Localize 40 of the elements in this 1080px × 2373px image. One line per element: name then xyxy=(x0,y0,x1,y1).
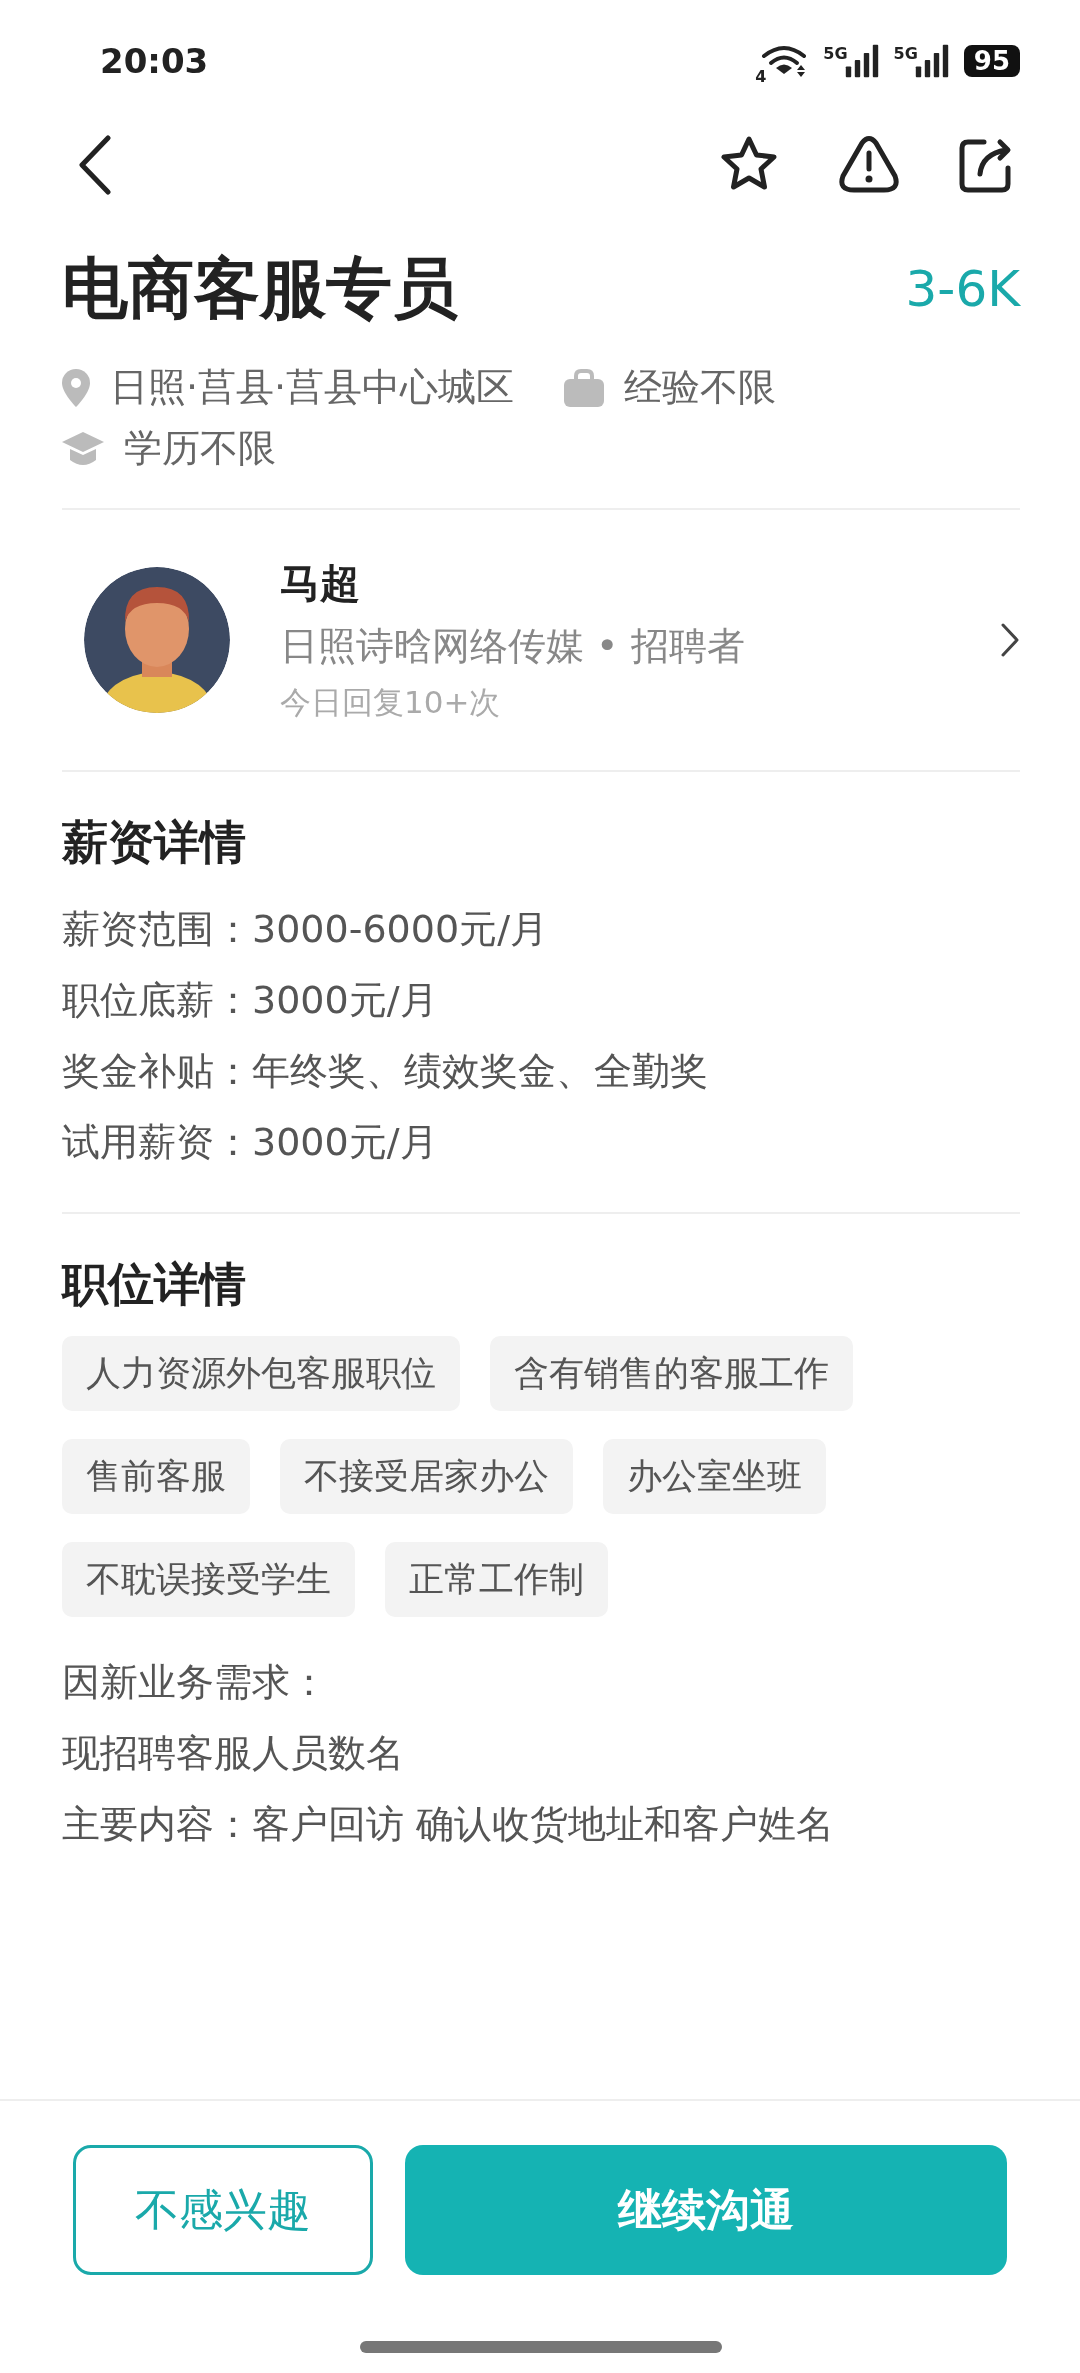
salary-range: 3-6K xyxy=(905,260,1020,318)
job-tag: 人力资源外包客服职位 xyxy=(62,1336,460,1411)
description-line: 因新业务需求： xyxy=(62,1659,328,1706)
description-line: 现招聘客服人员数名 xyxy=(62,1730,404,1777)
salary-detail: 薪资范围：3000-6000元/月 xyxy=(62,906,548,953)
wifi-label: 4 xyxy=(755,67,767,86)
section-title: 薪资详情 xyxy=(62,814,247,871)
job-requirement: 学历不限 xyxy=(124,425,276,472)
job-requirement: 日照·莒县·莒县中心城区 xyxy=(110,364,515,411)
job-tag: 不耽误接受学生 xyxy=(62,1542,355,1617)
location-pin-icon xyxy=(62,368,90,407)
continue-chat-button[interactable]: 继续沟通 xyxy=(405,2145,1007,2275)
briefcase-icon xyxy=(564,368,605,407)
avatar-icon xyxy=(84,567,230,713)
recruiter-company: 日照诗晗网络传媒 • 招聘者 xyxy=(280,623,746,670)
job-tag: 正常工作制 xyxy=(385,1542,608,1617)
salary-detail: 职位底薪：3000元/月 xyxy=(62,977,438,1024)
recruiter-name: 马超 xyxy=(280,559,361,608)
warning-icon[interactable] xyxy=(838,136,900,194)
job-requirement: 经验不限 xyxy=(624,364,777,411)
status-time: 20:03 xyxy=(100,41,209,81)
graduation-cap-icon xyxy=(62,429,104,468)
network-label: 5G xyxy=(823,44,848,63)
job-tag: 不接受居家办公 xyxy=(280,1439,573,1514)
chevron-right-icon xyxy=(1000,622,1020,658)
section-title: 职位详情 xyxy=(62,1256,247,1313)
network-label: 5G xyxy=(893,44,918,63)
not-interested-button[interactable]: 不感兴趣 xyxy=(73,2145,373,2275)
description-line: 主要内容：客户回访 确认收货地址和客户姓名 xyxy=(62,1801,835,1848)
salary-detail: 试用薪资：3000元/月 xyxy=(62,1119,438,1166)
job-tag: 售前客服 xyxy=(62,1439,250,1514)
reply-note: 今日回复10+次 xyxy=(280,683,502,722)
job-tag: 含有销售的客服工作 xyxy=(490,1336,853,1411)
share-icon[interactable] xyxy=(958,136,1014,194)
recruiter-card[interactable]: 马超 日照诗晗网络传媒 • 招聘者 今日回复10+次 xyxy=(62,544,1020,736)
job-tag: 办公室坐班 xyxy=(603,1439,826,1514)
job-title: 电商客服专员 xyxy=(62,249,458,329)
salary-detail: 奖金补贴：年终奖、绩效奖金、全勤奖 xyxy=(62,1048,708,1095)
back-icon[interactable] xyxy=(78,135,112,195)
battery-indicator: 95 xyxy=(963,45,1020,77)
